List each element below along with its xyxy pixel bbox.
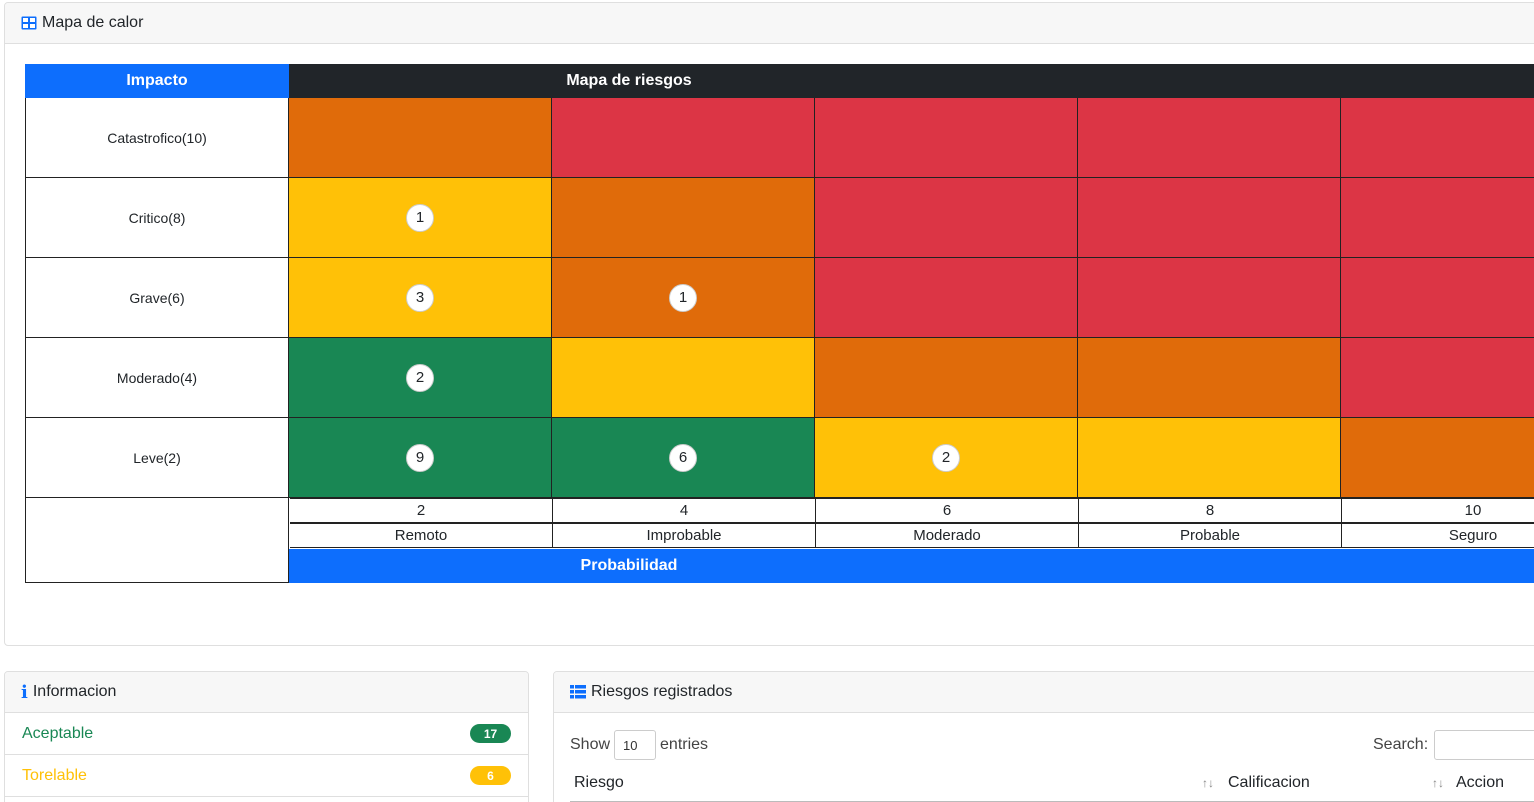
- registered-risks-header: Riesgos registrados: [554, 672, 1534, 713]
- show-entries: Show 10 entries: [570, 730, 708, 760]
- column-header-calificacion[interactable]: Calificacion: [1228, 772, 1310, 794]
- probability-value: 4: [553, 498, 816, 523]
- heat-cell[interactable]: [289, 98, 552, 178]
- info-item-badge: 17: [470, 724, 511, 743]
- heat-cell[interactable]: 6: [552, 418, 815, 498]
- heat-cell[interactable]: [1078, 258, 1341, 338]
- registered-risks-title: Riesgos registrados: [591, 683, 733, 700]
- probability-value: 6: [816, 498, 1079, 523]
- info-card-header: i Informacion: [5, 672, 528, 713]
- search-area: Search:: [1373, 730, 1534, 760]
- probability-label: Remoto: [290, 523, 553, 548]
- heat-cell[interactable]: [552, 98, 815, 178]
- heat-map-card: Mapa de calor Impacto Mapa de riesgos Ca…: [4, 2, 1534, 646]
- column-header-riesgo[interactable]: Riesgo: [574, 772, 624, 794]
- heat-cell[interactable]: [1341, 418, 1534, 498]
- risk-count-badge[interactable]: 1: [406, 203, 434, 232]
- heat-cell[interactable]: [1341, 98, 1534, 178]
- risk-count-badge[interactable]: 9: [406, 443, 434, 472]
- probability-label: Improbable: [553, 523, 816, 548]
- impact-row-label: Moderado(4): [25, 338, 289, 418]
- column-header-label: Calificacion: [1228, 774, 1310, 791]
- impact-row-label: Catastrofico(10): [25, 98, 289, 178]
- probability-label: Seguro: [1342, 523, 1534, 548]
- heat-cell[interactable]: [815, 338, 1078, 418]
- probability-label: Probable: [1079, 523, 1342, 548]
- info-item-torelable[interactable]: Torelable 6: [5, 755, 528, 797]
- heat-map-card-header: Mapa de calor: [5, 3, 1534, 44]
- impact-row-label: Grave(6): [25, 258, 289, 338]
- probability-header: Probabilidad: [289, 549, 1534, 583]
- probability-header-text: Probabilidad: [580, 557, 678, 574]
- heat-cell[interactable]: [815, 258, 1078, 338]
- heat-cell[interactable]: [1078, 98, 1341, 178]
- entries-select[interactable]: 10: [614, 730, 657, 760]
- sort-icon[interactable]: ↑↓: [1432, 776, 1444, 790]
- table-header-row: Riesgo ↑↓ Calificacion ↑↓ Accion: [570, 772, 1534, 802]
- risk-map-header-text: Mapa de riesgos: [566, 72, 692, 89]
- info-title: Informacion: [32, 683, 117, 700]
- heat-cell[interactable]: [1341, 178, 1534, 258]
- probability-value: 8: [1079, 498, 1342, 523]
- footer-empty-cell: [25, 498, 289, 583]
- info-item-badge: 6: [470, 766, 511, 785]
- table-icon: [21, 16, 37, 30]
- impact-header: Impacto: [25, 64, 289, 98]
- info-item-label: Torelable: [22, 766, 87, 784]
- column-header-accion[interactable]: Accion: [1456, 772, 1504, 794]
- risk-count-badge[interactable]: 6: [669, 443, 697, 472]
- info-item-label: Aceptable: [22, 724, 94, 742]
- impact-row-label: Critico(8): [25, 178, 289, 258]
- info-item-aceptable[interactable]: Aceptable 17: [5, 713, 528, 755]
- probability-value: 2: [290, 498, 553, 523]
- impact-row-label: Leve(2): [25, 418, 289, 498]
- info-icon: i: [21, 681, 28, 703]
- probability-label: Moderado: [816, 523, 1079, 548]
- heat-cell[interactable]: [815, 178, 1078, 258]
- show-label: Show: [570, 736, 611, 753]
- risk-count-badge[interactable]: 2: [932, 443, 960, 472]
- risk-count-badge[interactable]: 3: [406, 283, 434, 312]
- heat-map-title: Mapa de calor: [42, 14, 144, 31]
- registered-risks-card: Riesgos registrados Show 10 entries Sear…: [553, 671, 1534, 802]
- column-header-label: Riesgo: [574, 774, 624, 791]
- entries-label: entries: [660, 736, 709, 753]
- heat-cell[interactable]: 9: [289, 418, 552, 498]
- heat-cell[interactable]: [815, 98, 1078, 178]
- search-input[interactable]: [1434, 730, 1534, 760]
- heat-cell[interactable]: [552, 338, 815, 418]
- column-header-label: Accion: [1456, 774, 1505, 791]
- heat-cell[interactable]: 1: [289, 178, 552, 258]
- info-card: i Informacion Aceptable 17 Torelable 6: [4, 671, 529, 802]
- heat-cell[interactable]: [1341, 338, 1534, 418]
- risk-count-badge[interactable]: 2: [406, 363, 434, 392]
- heat-cell[interactable]: [1078, 418, 1341, 498]
- risk-map-header: Mapa de riesgos: [289, 64, 1534, 98]
- probability-value: 10: [1342, 498, 1534, 523]
- heat-cell[interactable]: [1341, 258, 1534, 338]
- heat-cell[interactable]: 3: [289, 258, 552, 338]
- heat-cell[interactable]: [552, 178, 815, 258]
- heat-cell[interactable]: 2: [289, 338, 552, 418]
- search-label: Search:: [1373, 736, 1429, 753]
- heat-cell[interactable]: [1078, 338, 1341, 418]
- table-controls: Show 10 entries Search:: [570, 730, 1534, 760]
- heat-cell[interactable]: 2: [815, 418, 1078, 498]
- risk-count-badge[interactable]: 1: [669, 283, 697, 312]
- heat-cell[interactable]: 1: [552, 258, 815, 338]
- heat-cell[interactable]: [1078, 178, 1341, 258]
- sort-icon[interactable]: ↑↓: [1202, 776, 1214, 790]
- list-icon: [570, 685, 586, 699]
